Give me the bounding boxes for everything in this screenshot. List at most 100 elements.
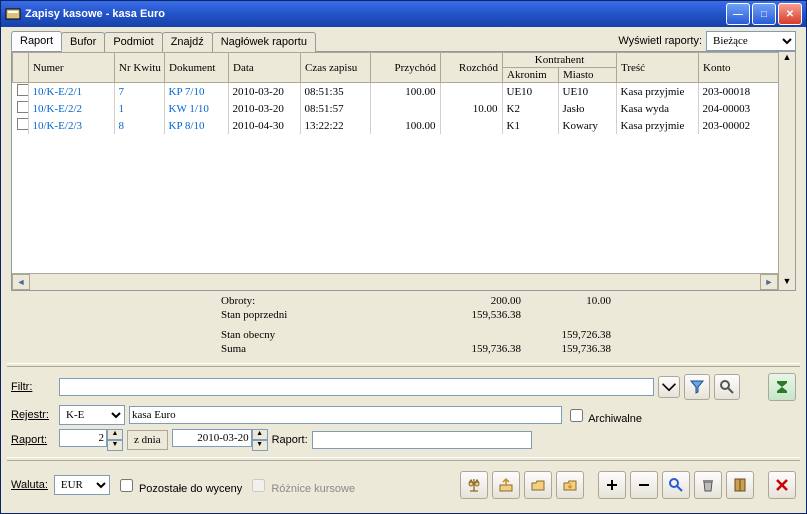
bottom-bar: Waluta: EUR Pozostałe do wyceny Różnice … — [1, 467, 806, 503]
cell-nrkwitu: 1 — [114, 100, 164, 117]
col-dokument[interactable]: Dokument — [165, 53, 229, 83]
tabs: Raport Bufor Podmiot Znajdź Nagłówek rap… — [11, 31, 315, 51]
zoom-button[interactable] — [662, 471, 690, 499]
cell-tresc: Kasa przyjmie — [616, 83, 698, 100]
raport2-input[interactable] — [312, 431, 532, 449]
titlebar: Zapisy kasowe - kasa Euro — □ ✕ — [1, 1, 806, 27]
add-button[interactable] — [598, 471, 626, 499]
tab-raport[interactable]: Raport — [11, 31, 62, 51]
rejestr-desc-input[interactable] — [129, 406, 562, 424]
trash-button[interactable] — [694, 471, 722, 499]
export-up-button[interactable] — [492, 471, 520, 499]
cell-numer: 10/K-E/2/1 — [28, 83, 114, 100]
spin-down-icon[interactable]: ▼ — [252, 440, 268, 451]
cell-tresc: Kasa przyjmie — [616, 117, 698, 134]
tabs-row: Raport Bufor Podmiot Znajdź Nagłówek rap… — [1, 27, 806, 51]
separator — [7, 363, 800, 367]
col-tresc[interactable]: Treść — [617, 53, 699, 83]
cell-data: 2010-03-20 — [228, 100, 300, 117]
funnel-button[interactable] — [684, 374, 710, 400]
scroll-right-icon[interactable]: ► — [760, 274, 778, 290]
cell-przychod: 100.00 — [370, 117, 440, 134]
col-data[interactable]: Data — [229, 53, 301, 83]
row-checkbox[interactable] — [17, 84, 28, 96]
cell-akronim: K2 — [502, 100, 558, 117]
horizontal-scrollbar[interactable]: ◄ ► — [12, 273, 778, 290]
roznice-checkbox — [252, 479, 265, 492]
cell-konto: 203-00018 — [698, 83, 778, 100]
scales-button[interactable] — [460, 471, 488, 499]
close-button[interactable]: ✕ — [778, 3, 802, 25]
spin-up-icon[interactable]: ▲ — [107, 429, 123, 440]
pozostale-checkbox[interactable] — [120, 479, 133, 492]
col-konto[interactable]: Konto — [699, 53, 779, 83]
col-miasto[interactable]: Miasto — [559, 68, 617, 83]
raport2-label: Raport: — [272, 434, 308, 446]
waluta-select[interactable]: EUR — [54, 475, 110, 495]
tab-znajdz[interactable]: Znajdź — [162, 32, 213, 52]
raport-number-input[interactable] — [59, 429, 107, 447]
stanob-value: 159,726.38 — [521, 329, 611, 341]
tab-naglowek[interactable]: Nagłówek raportu — [212, 32, 316, 52]
cell-rozchod — [440, 117, 502, 134]
col-numer[interactable]: Numer — [29, 53, 115, 83]
pozostale-checkbox-label[interactable]: Pozostałe do wyceny — [116, 476, 242, 495]
summary: Obroty: 200.00 10.00 Stan poprzedni 159,… — [11, 295, 796, 355]
archiwalne-checkbox[interactable] — [570, 409, 583, 422]
search-button[interactable] — [714, 374, 740, 400]
remove-button[interactable] — [630, 471, 658, 499]
filtr-dropdown-button[interactable] — [658, 376, 680, 398]
col-czas[interactable]: Czas zapisu — [301, 53, 371, 83]
filtr-label: Filtr: — [11, 381, 55, 393]
table-row[interactable]: 10/K-E/2/2 1 KW 1/10 2010-03-20 08:51:57… — [12, 100, 778, 117]
cell-dokument: KP 8/10 — [164, 117, 228, 134]
grid-header: Numer Nr Kwitu Dokument Data Czas zapisu… — [12, 52, 779, 83]
spin-up-icon[interactable]: ▲ — [252, 429, 268, 440]
cell-akronim: UE10 — [502, 83, 558, 100]
zdnia-button[interactable]: z dnia — [127, 430, 168, 450]
cell-akronim: K1 — [502, 117, 558, 134]
save-button[interactable] — [556, 471, 584, 499]
maximize-button[interactable]: □ — [752, 3, 776, 25]
col-kontrahent[interactable]: Kontrahent — [503, 53, 617, 68]
col-przychod[interactable]: Przychód — [371, 53, 441, 83]
close-x-button[interactable] — [768, 471, 796, 499]
suma-rozchod: 159,736.38 — [521, 343, 611, 355]
col-nrkwitu[interactable]: Nr Kwitu — [115, 53, 165, 83]
suma-przychod: 159,736.38 — [431, 343, 521, 355]
sigma-button[interactable] — [768, 373, 796, 401]
tab-podmiot[interactable]: Podmiot — [104, 32, 162, 52]
rejestr-select[interactable]: K-E — [59, 405, 125, 425]
row-checkbox[interactable] — [17, 118, 28, 130]
scroll-down-icon[interactable]: ▼ — [779, 276, 795, 290]
table-row[interactable]: 10/K-E/2/1 7 KP 7/10 2010-03-20 08:51:35… — [12, 83, 778, 100]
rejestr-label: Rejestr: — [11, 409, 55, 421]
book-button[interactable] — [726, 471, 754, 499]
zdnia-date[interactable]: ▲▼ — [172, 429, 268, 451]
cell-numer: 10/K-E/2/2 — [28, 100, 114, 117]
cell-czas: 13:22:22 — [300, 117, 370, 134]
row-checkbox[interactable] — [17, 101, 28, 113]
scroll-left-icon[interactable]: ◄ — [12, 274, 30, 290]
col-rozchod[interactable]: Rozchód — [441, 53, 503, 83]
zdnia-date-input[interactable] — [172, 429, 252, 447]
minimize-button[interactable]: — — [726, 3, 750, 25]
col-akronim[interactable]: Akronim — [503, 68, 559, 83]
cell-tresc: Kasa wyda — [616, 100, 698, 117]
cell-konto: 204-00003 — [698, 100, 778, 117]
window-buttons: — □ ✕ — [726, 3, 802, 25]
scroll-up-icon[interactable]: ▲ — [779, 52, 795, 66]
cell-przychod: 100.00 — [370, 83, 440, 100]
filtr-input[interactable] — [59, 378, 654, 396]
report-filter-select[interactable]: Bieżące — [706, 31, 796, 51]
table-row[interactable]: 10/K-E/2/3 8 KP 8/10 2010-04-30 13:22:22… — [12, 117, 778, 134]
grid-body[interactable]: 10/K-E/2/1 7 KP 7/10 2010-03-20 08:51:35… — [12, 83, 778, 273]
raport-spinner[interactable]: ▲▼ — [59, 429, 123, 451]
open-button[interactable] — [524, 471, 552, 499]
archiwalne-checkbox-label[interactable]: Archiwalne — [566, 406, 642, 425]
cell-rozchod — [440, 83, 502, 100]
cell-miasto: Kowary — [558, 117, 616, 134]
vertical-scrollbar[interactable]: ▲ ▼ — [778, 52, 795, 290]
tab-bufor[interactable]: Bufor — [61, 32, 105, 52]
spin-down-icon[interactable]: ▼ — [107, 440, 123, 451]
